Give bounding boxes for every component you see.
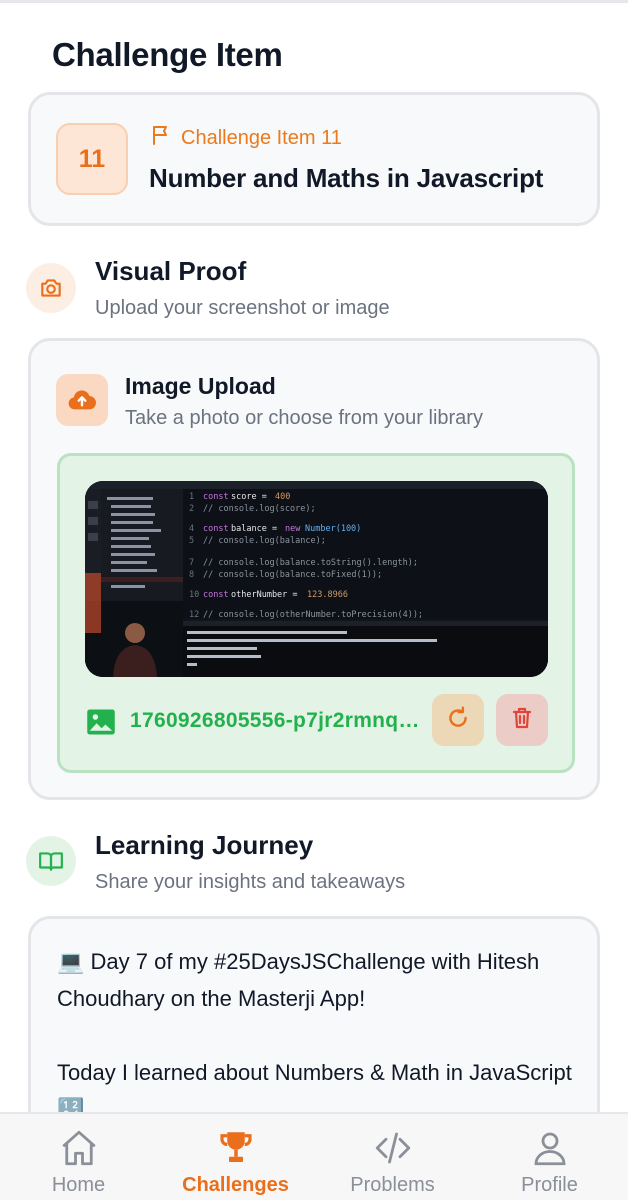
- svg-text:const: const: [203, 524, 229, 534]
- refresh-icon: [445, 705, 471, 736]
- visual-proof-subtitle: Upload your screenshot or image: [95, 297, 390, 319]
- challenge-number-badge: 11: [56, 123, 128, 195]
- svg-text:400: 400: [275, 492, 290, 502]
- svg-text:otherNumber =: otherNumber =: [231, 590, 298, 600]
- nav-problems[interactable]: Problems: [314, 1114, 471, 1200]
- visual-proof-title: Visual Proof: [95, 256, 247, 286]
- svg-text:const: const: [203, 492, 229, 502]
- svg-text:Number(100): Number(100): [305, 524, 361, 534]
- challenge-card: 11 Challenge Item 11 Number and Maths in…: [28, 92, 600, 226]
- svg-text:5: 5: [189, 536, 194, 546]
- svg-text:// console.log(balance);: // console.log(balance);: [203, 536, 326, 546]
- svg-text:1: 1: [189, 492, 194, 502]
- uploaded-image-preview: 1 const score = 400 2// console.log(score)…: [57, 453, 575, 773]
- svg-text:4: 4: [189, 524, 194, 534]
- svg-text:7: 7: [189, 558, 194, 568]
- svg-text:// console.log(score);: // console.log(score);: [203, 504, 316, 514]
- top-divider: [0, 0, 628, 3]
- svg-text:10: 10: [189, 590, 199, 600]
- uploaded-file-row: 1760926805556-p7jr2rmnq9j...: [86, 694, 550, 750]
- svg-text:123.8966: 123.8966: [307, 590, 348, 600]
- nav-challenges-label: Challenges: [182, 1174, 289, 1196]
- replace-image-button[interactable]: [432, 694, 484, 746]
- camera-icon: [26, 263, 76, 313]
- user-icon: [528, 1126, 572, 1170]
- learning-journey-text[interactable]: 💻 Day 7 of my #25DaysJSChallenge with Hi…: [57, 943, 577, 1128]
- flag-icon: [149, 123, 173, 153]
- nav-problems-label: Problems: [350, 1174, 435, 1196]
- bottom-nav: Home Challenges Problems Profile: [0, 1112, 628, 1200]
- challenge-subtitle: Challenge Item 11: [181, 126, 342, 149]
- challenge-subtitle-row: Challenge Item 11: [149, 123, 342, 153]
- svg-text:score =: score =: [231, 492, 267, 502]
- svg-text:// console.log(otherNumber.toP: // console.log(otherNumber.toPrecision(4…: [203, 610, 423, 620]
- nav-challenges[interactable]: Challenges: [157, 1114, 314, 1200]
- image-icon: [86, 708, 116, 741]
- svg-text:const: const: [203, 590, 229, 600]
- svg-text:2: 2: [189, 504, 194, 514]
- code-icon: [371, 1126, 415, 1170]
- uploaded-screenshot-image[interactable]: 1 const score = 400 2// console.log(score)…: [85, 481, 548, 677]
- svg-text:new: new: [285, 524, 301, 534]
- svg-text:// console.log(balance.toFixed: // console.log(balance.toFixed(1));: [203, 570, 382, 580]
- image-upload-card: Image Upload Take a photo or choose from…: [28, 338, 600, 800]
- nav-profile[interactable]: Profile: [471, 1114, 628, 1200]
- svg-text:12: 12: [189, 610, 199, 620]
- nav-home-label: Home: [51, 1174, 106, 1196]
- nav-profile-label: Profile: [521, 1174, 578, 1196]
- home-icon: [57, 1126, 101, 1170]
- svg-text:8: 8: [189, 570, 194, 580]
- learning-journey-subtitle: Share your insights and takeaways: [95, 871, 406, 893]
- learning-journey-title: Learning Journey: [95, 830, 314, 860]
- page-title: Challenge Item: [52, 36, 283, 73]
- image-upload-title: Image Upload: [125, 373, 276, 399]
- delete-image-button[interactable]: [496, 694, 548, 746]
- svg-text:// console.log(balance.toStrin: // console.log(balance.toString().length…: [203, 558, 418, 568]
- challenge-title: Number and Maths in Javascript: [149, 163, 544, 193]
- trophy-icon: [214, 1126, 258, 1170]
- trash-icon: [510, 705, 534, 736]
- book-icon: [26, 836, 76, 886]
- uploaded-file-name: 1760926805556-p7jr2rmnq9j...: [130, 709, 430, 732]
- cloud-upload-icon[interactable]: [56, 374, 108, 426]
- svg-text:balance =: balance =: [231, 524, 277, 534]
- image-upload-subtitle: Take a photo or choose from your library: [125, 407, 483, 429]
- nav-home[interactable]: Home: [0, 1114, 157, 1200]
